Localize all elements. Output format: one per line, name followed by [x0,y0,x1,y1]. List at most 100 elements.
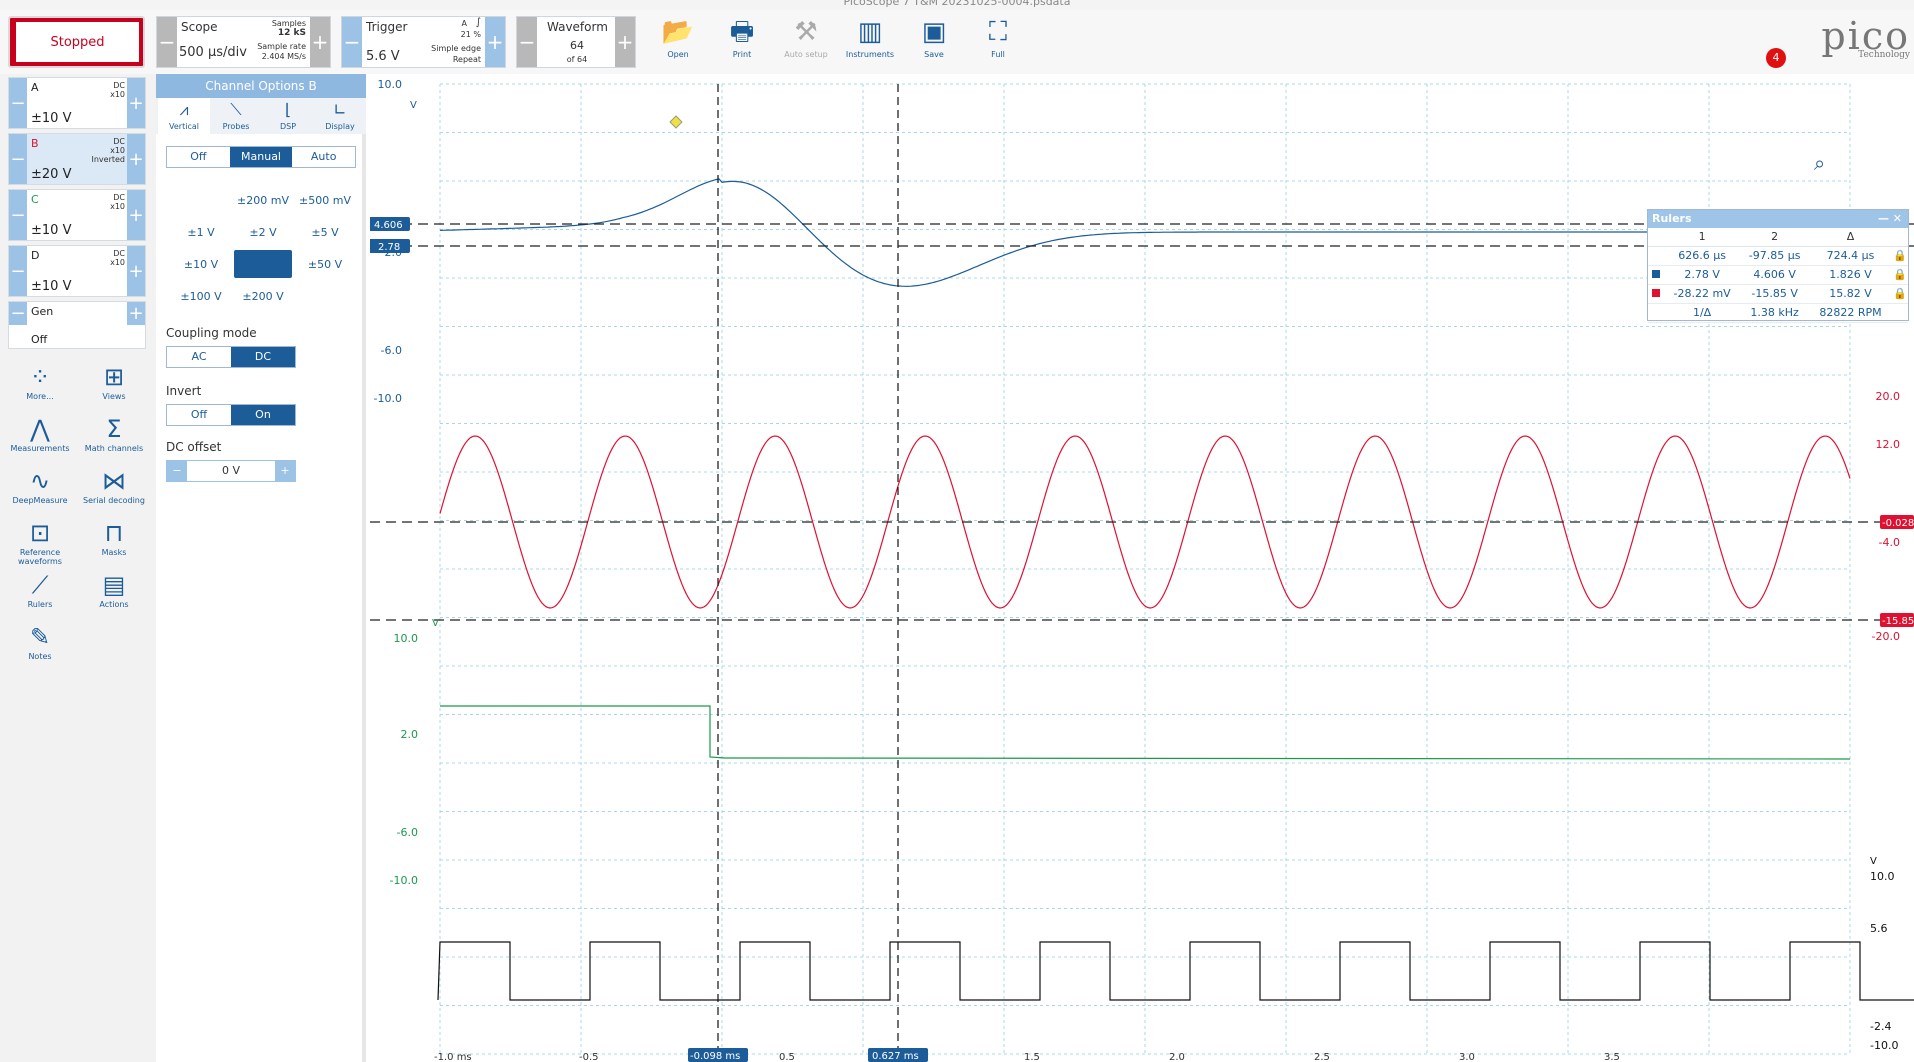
timebase-decrease-button[interactable]: − [157,17,177,67]
instruments-button[interactable]: ▥ Instruments [840,14,900,70]
timebase-value[interactable]: 500 µs/div [179,45,247,60]
blue-axis-tick: -10.0 [374,392,402,405]
offset-value[interactable]: 0 V [187,461,275,481]
rulers-header[interactable]: Rulers — ✕ [1648,210,1908,228]
channel-a-button[interactable]: − A DC x10 ±10 V + [8,77,146,129]
channel-c-range-up[interactable]: + [127,190,145,240]
table-row: -28.22 mV -15.85 V 15.82 V 🔒 [1648,284,1908,304]
deepmeasure-tool[interactable]: ∿ DeepMeasure [8,466,72,505]
offset-increase[interactable]: + [275,461,295,481]
close-icon[interactable]: — ✕ [1878,210,1902,228]
ruler-value: -28.22 mV [1664,284,1741,304]
range-200mv[interactable]: ±200 mV [234,194,292,207]
samples-value[interactable]: 12 kS [278,29,306,38]
views-tool[interactable]: ⊞ Views [82,362,146,401]
range-2v[interactable]: ±2 V [234,226,292,239]
channel-name: A [31,81,39,94]
tab-vertical[interactable]: ⩘ Vertical [158,98,210,134]
measurements-tool[interactable]: ⋀ Measurements [8,414,72,453]
invert-off[interactable]: Off [167,405,231,425]
save-icon: ▣ [921,17,947,47]
ruler-delta: 15.82 V [1809,284,1892,304]
range-10v[interactable]: ±10 V [172,258,230,271]
gen-plus[interactable]: + [127,302,145,325]
trigger-mode[interactable]: Repeat [453,55,481,64]
range-mode-manual[interactable]: Manual [229,147,293,167]
channel-d-trace [437,941,1914,1001]
auto-setup-label: Auto setup [784,50,828,59]
range-mode-off[interactable]: Off [167,147,230,167]
rulers-window[interactable]: Rulers — ✕ 12Δ 626.6 µs -97.85 µs 724.4 µs 🔒… [1647,209,1909,323]
run-stop-button[interactable]: Stopped [8,16,145,68]
fullscreen-icon: ⛶ [988,17,1008,47]
trigger-level[interactable]: 5.6 V [366,49,400,64]
tab-probes[interactable]: ⟍ Probes [210,98,262,134]
save-button[interactable]: ▣ Save [904,14,964,70]
actions-tool[interactable]: ▤ Actions [82,570,146,609]
channel-a-range-up[interactable]: + [127,78,145,128]
channel-b-range-down[interactable]: − [9,134,27,184]
gen-minus[interactable]: − [9,302,27,325]
range-500mv[interactable]: ±500 mV [296,194,354,207]
pretrigger-value: 21 % [460,30,481,39]
range-mode-auto[interactable]: Auto [292,147,356,167]
range-100v[interactable]: ±100 V [172,290,230,303]
gen-state: Off [31,333,48,346]
offset-decrease[interactable]: − [167,461,187,481]
auto-setup-button[interactable]: ⚒ Auto setup [776,14,836,70]
open-button[interactable]: 📂 Open [648,14,708,70]
tool-label: Actions [99,600,129,609]
ruler-1-badge: -0.098 ms [690,1051,740,1062]
folder-icon: 📂 [661,17,695,47]
masks-tool[interactable]: ⊓ Masks [82,518,146,557]
channel-a-range-down[interactable]: − [9,78,27,128]
rate-label: Sample rate [257,42,306,51]
serial-decoding-tool[interactable]: ⋈ Serial decoding [82,466,146,505]
reference-waveforms-tool[interactable]: ⊡ Reference waveforms [8,518,72,566]
range-50v[interactable]: ±50 V [296,258,354,271]
coupling-dc[interactable]: DC [231,347,295,367]
channel-d-button[interactable]: − D DC x10 ±10 V + [8,245,146,297]
range-1v[interactable]: ±1 V [172,226,230,239]
timebase-increase-button[interactable]: + [310,17,330,67]
views-icon: ⊞ [103,363,125,391]
more-tool[interactable]: ⁘ More... [8,362,72,401]
rate-value: 2.404 MS/s [261,52,306,61]
trigger-label: Trigger [366,20,408,34]
range-5v[interactable]: ±5 V [296,226,354,239]
reference-icon: ⊡ [29,519,51,547]
red-ruler-marker: -0.028 [1882,518,1914,529]
lock-icon[interactable]: 🔒 [1892,284,1908,304]
waveform-next-button[interactable]: + [615,17,635,67]
print-button[interactable]: 🖶 Print [712,14,772,70]
range-20v-selected[interactable]: ±20 V [234,250,292,278]
tab-display[interactable]: ∟ Display [314,98,366,134]
header-cell: Δ [1809,228,1892,247]
trigger-type[interactable]: Simple edge [431,44,481,53]
channel-b-range-up[interactable]: + [127,134,145,184]
channel-c-button[interactable]: − C DC x10 ±10 V + [8,189,146,241]
fullscreen-button[interactable]: ⛶ Full [968,14,1028,70]
rulers-tool[interactable]: ⟋ Rulers [8,570,72,609]
lock-icon[interactable]: 🔒 [1892,246,1908,266]
tab-dsp[interactable]: ⌊ DSP [262,98,314,134]
channel-b-button[interactable]: − B DC x10 Inverted ±20 V + [8,133,146,185]
channel-options-panel: Channel Options B ⩘ Vertical ⟍ Probes ⌊ DSP… [156,74,366,1062]
channel-d-range-up[interactable]: + [127,246,145,296]
channel-c-range-down[interactable]: − [9,190,27,240]
color-cell [1648,246,1664,266]
trigger-increase-button[interactable]: + [485,17,505,67]
black-axis-tick: 5.6 [1870,922,1888,935]
range-200v[interactable]: ±200 V [234,290,292,303]
gen-button[interactable]: − Gen Off + [8,301,146,349]
channel-name: C [31,193,39,206]
invert-on[interactable]: On [231,405,295,425]
ruler-icon: ⟋ [31,571,49,599]
lock-icon[interactable]: 🔒 [1892,265,1908,285]
trigger-decrease-button[interactable]: − [342,17,362,67]
math-channels-tool[interactable]: Σ Math channels [82,414,146,453]
notes-tool[interactable]: ✎ Notes [8,622,72,661]
coupling-ac[interactable]: AC [167,347,231,367]
notification-badge[interactable]: 4 [1766,48,1786,68]
channel-d-range-down[interactable]: − [9,246,27,296]
